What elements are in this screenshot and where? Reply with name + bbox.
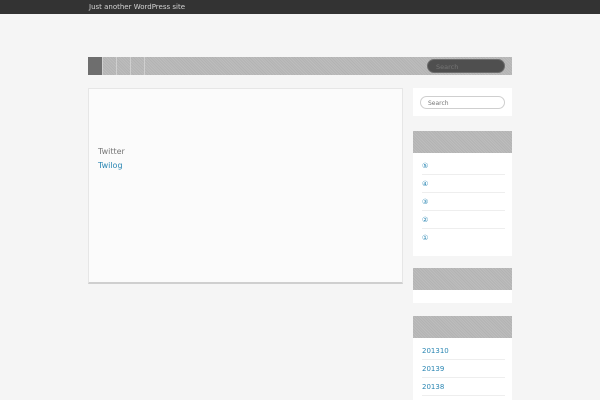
comments-widget [413,290,512,303]
archive-link[interactable]: 20138 [422,378,505,396]
admin-topbar: Just another WordPress site [0,0,600,14]
recent-post-link[interactable]: ③ [422,193,505,211]
nav-item-3[interactable] [130,57,144,75]
nav-item-2[interactable] [116,57,130,75]
archives-widget: 201310 20139 20138 [413,338,512,400]
nav-home-button[interactable] [88,57,102,75]
archive-link[interactable]: 20139 [422,360,505,378]
nav-item-4[interactable] [144,57,158,75]
twilog-link[interactable]: Twilog [98,161,123,170]
main-navigation [88,57,512,75]
comments-header [413,268,512,290]
sidebar-search-input[interactable] [420,96,505,109]
recent-posts-widget: ⑤ ④ ③ ② ① [413,153,512,256]
nav-item-1[interactable] [102,57,116,75]
recent-posts-header [413,131,512,153]
site-tagline: Just another WordPress site [89,3,186,11]
nav-search-input[interactable] [427,59,505,73]
recent-post-link[interactable]: ④ [422,175,505,193]
recent-post-link[interactable]: ⑤ [422,157,505,175]
recent-post-link[interactable]: ① [422,229,505,247]
archives-header [413,316,512,338]
sidebar-search-widget [413,88,512,116]
archive-link[interactable]: 201310 [422,342,505,360]
main-content: Twitter Twilog [88,88,403,284]
content-heading: Twitter [98,147,125,156]
recent-post-link[interactable]: ② [422,211,505,229]
